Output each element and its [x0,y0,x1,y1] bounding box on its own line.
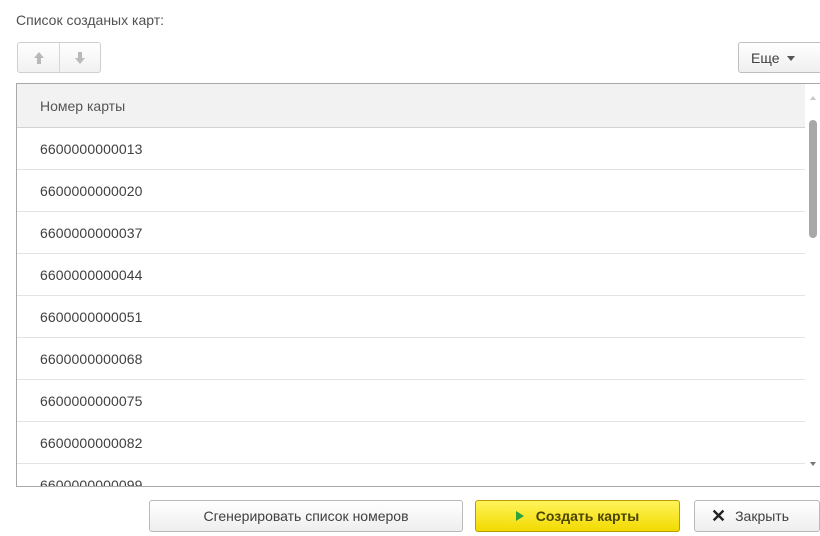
close-button[interactable]: ✕ Закрыть [694,500,820,532]
table-row[interactable]: 6600000000020 [17,170,805,212]
table-row[interactable]: 6600000000082 [17,422,805,464]
arrow-down-icon [75,51,85,64]
row-move-buttons [17,42,101,73]
table-row[interactable]: 6600000000068 [17,338,805,380]
column-header-card-number[interactable]: Номер карты [17,84,805,128]
section-label: Список созданых карт: [16,12,165,28]
scroll-down-arrow-icon[interactable] [810,462,816,466]
more-button-label: Еще [751,49,780,66]
create-cards-button[interactable]: Создать карты [475,500,680,532]
create-button-label: Создать карты [535,508,640,524]
move-up-button[interactable] [18,43,59,72]
close-button-label: Закрыть [735,508,790,524]
arrow-up-icon [33,51,44,64]
table-rows: 6600000000013 6600000000020 660000000003… [17,128,805,487]
table-row[interactable]: 6600000000051 [17,296,805,338]
play-icon [515,511,524,521]
chevron-down-icon [786,56,795,61]
table-row[interactable]: 6600000000013 [17,128,805,170]
table-row[interactable]: 6600000000037 [17,212,805,254]
scrollbar-thumb[interactable] [809,120,817,238]
card-number-table[interactable]: Номер карты 6600000000013 6600000000020 … [16,83,820,487]
close-icon: ✕ [711,506,727,526]
generate-number-list-button[interactable]: Сгенерировать список номеров [149,500,463,532]
card-list-form: Список созданых карт: Еще Номер карты 66… [0,0,820,536]
vertical-scrollbar[interactable] [805,84,820,486]
move-down-button[interactable] [59,43,100,72]
scroll-up-arrow-icon[interactable] [810,96,816,100]
table-row[interactable]: 6600000000044 [17,254,805,296]
table-row[interactable]: 6600000000099 [17,464,805,487]
table-row[interactable]: 6600000000075 [17,380,805,422]
generate-button-label: Сгенерировать список номеров [203,508,409,524]
more-button[interactable]: Еще [738,42,820,73]
